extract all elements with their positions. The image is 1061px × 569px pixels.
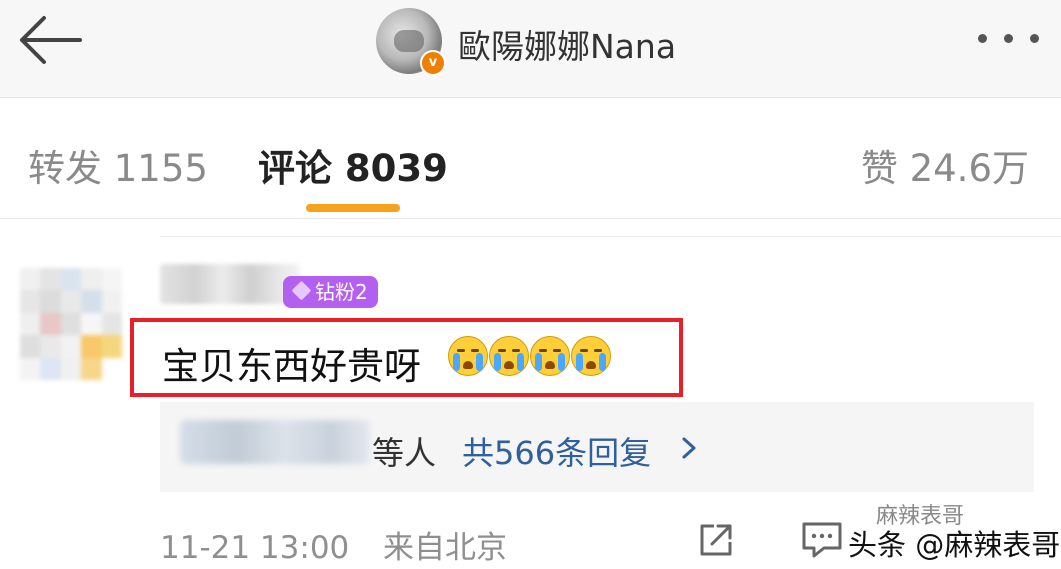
tab-repost[interactable]: 转发 1155 [28, 138, 208, 192]
watermark: 头条 @麻辣表哥 [848, 528, 1061, 562]
active-tab-indicator [306, 204, 400, 212]
back-button[interactable] [14, 14, 86, 66]
crying-face-icon [448, 336, 488, 376]
author-name[interactable]: 歐陽娜娜Nana [458, 20, 676, 68]
reply-suffix: 等人 [372, 434, 437, 472]
verified-badge: v [420, 50, 446, 76]
tab-likes[interactable]: 赞 24.6万 [861, 138, 1029, 192]
comment-time: 11-21 13:00 [160, 530, 350, 566]
reply-names-blurred [180, 420, 370, 464]
comment-icon[interactable] [800, 520, 844, 560]
comment-meta: 11-21 13:00 来自北京 [160, 522, 507, 567]
back-arrow-icon [20, 16, 82, 64]
tab-comment[interactable]: 评论 8039 [258, 138, 448, 192]
more-button[interactable] [972, 26, 1042, 54]
share-icon[interactable] [696, 520, 736, 560]
crying-face-icon [571, 336, 611, 376]
crying-face-icon [530, 336, 570, 376]
more-dots-icon [978, 34, 987, 43]
diamond-icon [291, 280, 312, 301]
fan-level-badge: 钻粉2 [283, 276, 378, 308]
view-replies-link[interactable]: 共566条回复 [462, 428, 651, 474]
comment-source: 来自北京 [383, 530, 507, 566]
comment-text[interactable]: 宝贝东西好贵呀 [162, 336, 421, 390]
top-bar: v 歐陽娜娜Nana [0, 0, 1061, 98]
commenter-avatar[interactable] [20, 268, 122, 380]
crying-face-icon [489, 336, 529, 376]
divider [160, 236, 1061, 237]
commenter-name-blurred[interactable] [160, 264, 300, 304]
chevron-right-icon [682, 437, 696, 459]
tab-bar: 转发 1155 评论 8039 赞 24.6万 [0, 98, 1061, 219]
